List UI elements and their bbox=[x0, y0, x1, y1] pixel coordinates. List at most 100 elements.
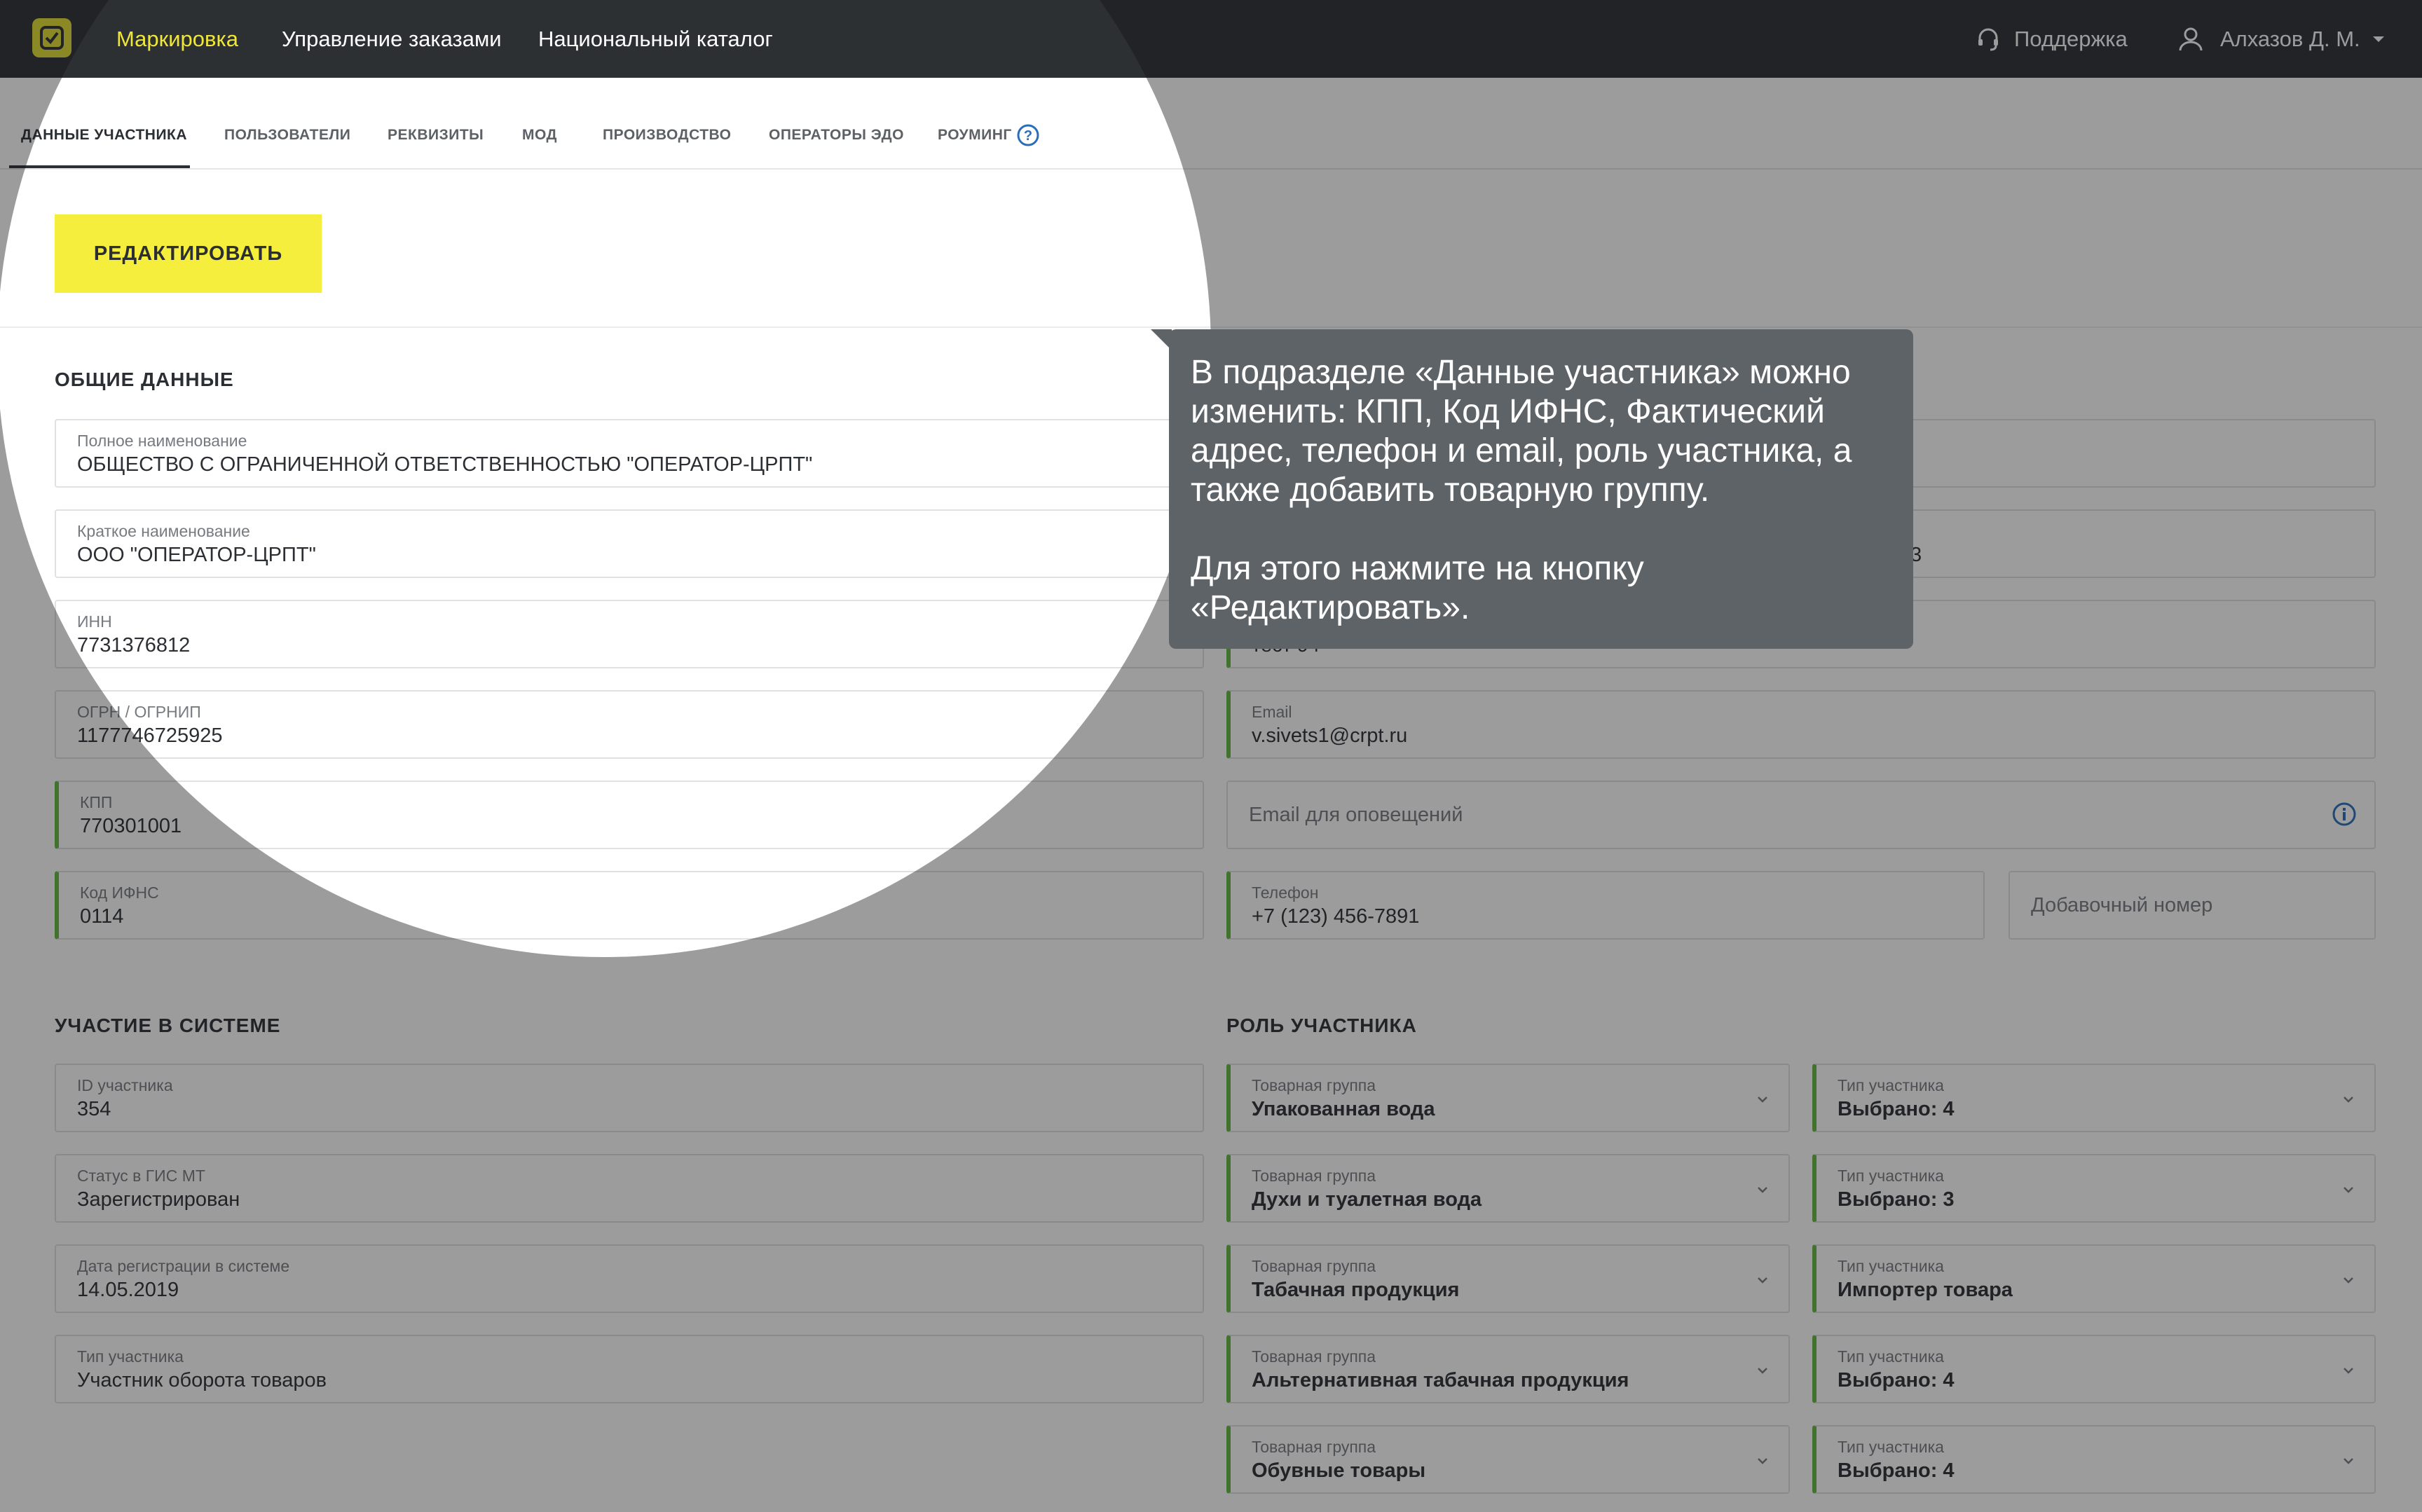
ogrn-field[interactable]: ОГРН / ОГРНИП 1177746725925 bbox=[55, 690, 1204, 759]
field-label: Тип участника bbox=[1838, 1347, 1944, 1366]
field-label: ID участника bbox=[77, 1076, 173, 1094]
hint-tooltip: В подразделе «Данные участника» можно из… bbox=[1169, 329, 1913, 649]
tab-users[interactable]: Пользователи bbox=[224, 78, 350, 168]
email-field[interactable]: Email v.sivets1@crpt.ru bbox=[1226, 690, 2376, 759]
support-label: Поддержка bbox=[2014, 26, 2128, 51]
active-tab-indicator bbox=[9, 165, 190, 168]
field-label: Тип участника bbox=[1838, 1167, 1944, 1185]
reg-date-field[interactable]: Дата регистрации в системе 14.05.2019 bbox=[55, 1244, 1204, 1313]
field-label: Статус в ГИС МТ bbox=[77, 1167, 205, 1185]
nav-catalog[interactable]: Национальный каталог bbox=[538, 0, 773, 78]
field-value: 7731376812 bbox=[77, 634, 191, 657]
field-value: Альтернативная табачная продукция bbox=[1252, 1369, 1629, 1391]
participant-type-select[interactable]: Тип участника Выбрано: 4 bbox=[1812, 1064, 2376, 1132]
user-menu[interactable]: Алхазов Д. М. bbox=[2177, 0, 2386, 78]
field-label: ИНН bbox=[77, 612, 112, 631]
edit-button[interactable]: РЕДАКТИРОВАТЬ bbox=[55, 214, 322, 293]
roles-section-title: РОЛЬ УЧАСТНИКА bbox=[1226, 1015, 1417, 1036]
field-value: 354 bbox=[77, 1098, 111, 1120]
field-value: Участник оборота товаров bbox=[77, 1369, 327, 1391]
field-label: Дата регистрации в системе bbox=[77, 1257, 290, 1275]
field-label: Товарная группа bbox=[1252, 1347, 1376, 1366]
participant-type-select[interactable]: Тип участника Выбрано: 4 bbox=[1812, 1425, 2376, 1494]
tab-requisites[interactable]: Реквизиты bbox=[388, 78, 484, 168]
chevron-down-icon bbox=[1758, 1097, 1767, 1103]
gis-status-field[interactable]: Статус в ГИС МТ Зарегистрирован bbox=[55, 1154, 1204, 1223]
participant-type-select[interactable]: Тип участника Выбрано: 3 bbox=[1812, 1154, 2376, 1223]
field-label: ОГРН / ОГРНИП bbox=[77, 703, 201, 721]
extension-field[interactable]: Добавочный номер bbox=[2009, 871, 2376, 940]
field-value: ООО "ОПЕРАТОР-ЦРПТ" bbox=[77, 544, 316, 566]
field-value: Обувные товары bbox=[1252, 1459, 1426, 1482]
field-label: Тип участника bbox=[1838, 1076, 1944, 1094]
nav-orders[interactable]: Управление заказами bbox=[282, 0, 502, 78]
tab-bar bbox=[0, 78, 2422, 170]
field-label: Товарная группа bbox=[1252, 1076, 1376, 1094]
tab-production[interactable]: Производство bbox=[603, 78, 732, 168]
chevron-down-icon bbox=[2344, 1187, 2353, 1193]
field-value: Зарегистрирован bbox=[77, 1188, 240, 1211]
info-icon[interactable] bbox=[2331, 801, 2358, 827]
ifns-field[interactable]: Код ИФНС 0114 bbox=[55, 871, 1204, 940]
product-group-select[interactable]: Товарная группа Табачная продукция bbox=[1226, 1244, 1790, 1313]
field-label: КПП bbox=[80, 793, 113, 811]
full-name-field[interactable]: Полное наименование ОБЩЕСТВО С ОГРАНИЧЕН… bbox=[55, 419, 1204, 488]
participant-id-field[interactable]: ID участника 354 bbox=[55, 1064, 1204, 1132]
field-value: v.sivets1@crpt.ru bbox=[1252, 724, 1408, 747]
field-value: 0114 bbox=[80, 905, 124, 928]
general-section-title: ОБЩИЕ ДАННЫЕ bbox=[55, 369, 234, 390]
field-label: Тип участника bbox=[1838, 1438, 1944, 1456]
product-group-select[interactable]: Товарная группа Упакованная вода bbox=[1226, 1064, 1790, 1132]
participant-type-select[interactable]: Тип участника Импортер товара bbox=[1812, 1244, 2376, 1313]
short-name-field[interactable]: Краткое наименование ООО "ОПЕРАТОР-ЦРПТ" bbox=[55, 509, 1204, 578]
inn-field[interactable]: ИНН 7731376812 bbox=[55, 600, 1204, 668]
field-label: Товарная группа bbox=[1252, 1438, 1376, 1456]
field-label: Тип участника bbox=[1838, 1257, 1944, 1275]
chevron-down-icon bbox=[2344, 1097, 2353, 1103]
system-section-title: УЧАСТИЕ В СИСТЕМЕ bbox=[55, 1015, 281, 1036]
field-value: Выбрано: 4 bbox=[1838, 1369, 1955, 1391]
field-value: 770301001 bbox=[80, 815, 182, 837]
field-value: +7 (123) 456-7891 bbox=[1252, 905, 1420, 928]
product-group-select[interactable]: Товарная группа Альтернативная табачная п… bbox=[1226, 1335, 1790, 1403]
nav-markirovka[interactable]: Маркировка bbox=[116, 0, 238, 78]
user-icon bbox=[2179, 27, 2203, 50]
field-value: Выбрано: 3 bbox=[1838, 1188, 1955, 1211]
tab-edo-operators[interactable]: Операторы ЭДО bbox=[769, 78, 904, 168]
chevron-down-icon bbox=[2344, 1368, 2353, 1374]
tooltip-text-1: В подразделе «Данные участника» можно из… bbox=[1191, 354, 1852, 509]
field-value: Табачная продукция bbox=[1252, 1279, 1460, 1301]
chevron-down-icon bbox=[1758, 1458, 1767, 1464]
field-label: Телефон bbox=[1252, 884, 1319, 902]
divider bbox=[0, 327, 2422, 328]
product-group-select[interactable]: Товарная группа Обувные товары bbox=[1226, 1425, 1790, 1494]
tab-roaming[interactable]: Роуминг bbox=[938, 78, 1012, 168]
field-label: Краткое наименование bbox=[77, 522, 250, 540]
tab-participant-data[interactable]: Данные участника bbox=[21, 78, 187, 168]
help-icon[interactable]: ? bbox=[1016, 123, 1040, 147]
field-placeholder: Email для оповещений bbox=[1249, 803, 1463, 826]
participant-type-select[interactable]: Тип участника Выбрано: 4 bbox=[1812, 1335, 2376, 1403]
phone-field[interactable]: Телефон +7 (123) 456-7891 bbox=[1226, 871, 1985, 940]
headset-icon bbox=[1978, 28, 1998, 50]
logo-icon[interactable] bbox=[32, 18, 71, 57]
chevron-down-icon bbox=[1758, 1277, 1767, 1284]
field-value: Выбрано: 4 bbox=[1838, 1459, 1955, 1482]
kpp-field[interactable]: КПП 770301001 bbox=[55, 781, 1204, 849]
field-placeholder: Добавочный номер bbox=[2031, 893, 2213, 916]
field-value: Упакованная вода bbox=[1252, 1098, 1435, 1120]
tab-mod[interactable]: МОД bbox=[522, 78, 557, 168]
field-value: 1177746725925 bbox=[77, 724, 223, 747]
field-value: 14.05.2019 bbox=[77, 1279, 179, 1301]
field-value: Выбрано: 4 bbox=[1838, 1098, 1955, 1120]
field-label: Товарная группа bbox=[1252, 1167, 1376, 1185]
participant-type-field[interactable]: Тип участника Участник оборота товаров bbox=[55, 1335, 1204, 1403]
field-label: Код ИФНС bbox=[80, 884, 159, 902]
field-label: Товарная группа bbox=[1252, 1257, 1376, 1275]
svg-text:?: ? bbox=[1024, 128, 1032, 144]
chevron-down-icon bbox=[2344, 1458, 2353, 1464]
support-link[interactable]: Поддержка bbox=[1975, 0, 2128, 78]
field-label: Email bbox=[1252, 703, 1292, 721]
notify-email-field[interactable]: Email для оповещений bbox=[1226, 781, 2376, 849]
product-group-select[interactable]: Товарная группа Духи и туалетная вода bbox=[1226, 1154, 1790, 1223]
